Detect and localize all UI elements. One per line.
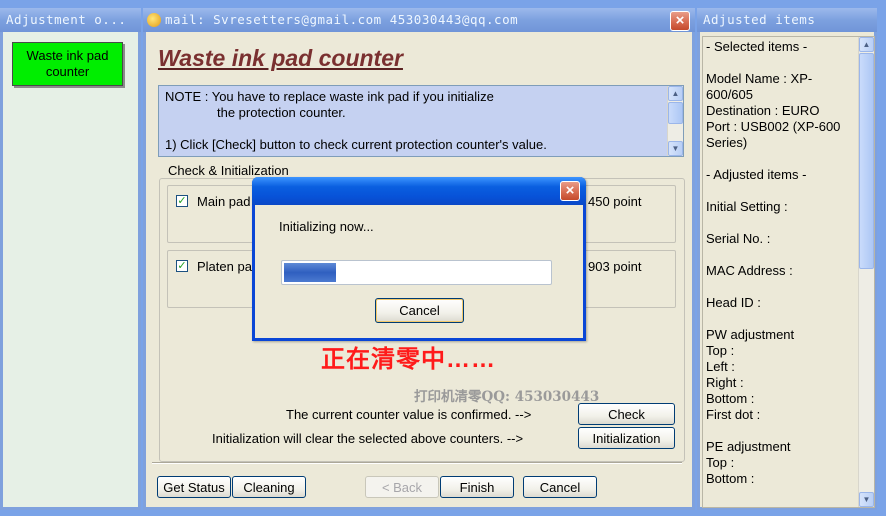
page-title: Waste ink pad counter	[158, 45, 403, 71]
back-button[interactable]: < Back	[365, 476, 439, 498]
scrollbar-thumb[interactable]	[859, 53, 874, 269]
adjusted-item-line: Right :	[706, 375, 744, 390]
scrollbar-thumb[interactable]	[668, 102, 683, 124]
adjusted-item-line: Initial Setting :	[706, 199, 788, 214]
adjusted-item-line: Series)	[706, 135, 748, 150]
adjusted-item-line: Port : USB002 (XP-600	[706, 119, 841, 134]
dialog-close-icon[interactable]: ×	[560, 181, 580, 201]
adjusted-item-line	[706, 423, 856, 439]
adjusted-items-list: - Selected items - Model Name : XP- 600/60…	[706, 39, 856, 487]
main-pad-label: Main pad	[197, 194, 251, 209]
note-line-2: the protection counter.	[217, 105, 346, 120]
adjusted-item-line: PW adjustment	[706, 327, 795, 342]
adjusted-item-line	[706, 279, 856, 295]
adjusted-item-line	[706, 183, 856, 199]
adjusted-items-window: Adjusted items - Selected items - Model N…	[697, 8, 877, 510]
main-pad-checkbox[interactable]: ✓	[176, 195, 188, 207]
initializing-dialog: × Initializing now... Cancel	[252, 177, 586, 341]
main-pad-value: 450 point	[588, 194, 642, 209]
adjusted-item-line: First dot :	[706, 407, 761, 422]
adjusted-item-line: - Selected items -	[706, 39, 808, 54]
note-box: NOTE : You have to replace waste ink pad…	[158, 85, 684, 157]
menu-item-waste-ink-pad-counter[interactable]: Waste ink pad counter	[12, 42, 123, 86]
initialization-button[interactable]: Initialization	[578, 427, 675, 449]
adjustment-order-window: Adjustment o... Waste ink pad counter	[0, 8, 141, 510]
adjusted-item-line: Bottom :	[706, 471, 755, 486]
adjusted-item-line	[706, 311, 856, 327]
adjusted-item-line	[706, 247, 856, 263]
qq-watermark: 打印机清零QQ: 453030443	[414, 389, 600, 405]
app-icon	[147, 13, 161, 27]
adjusted-item-line: - Adjusted items -	[706, 167, 807, 182]
confirm-text: The current counter value is confirmed. …	[286, 407, 532, 422]
main-window-title: mail: Svresetters@gmail.com 453030443@qq…	[165, 12, 519, 27]
adjusted-item-line: 600/605	[706, 87, 753, 102]
platen-pad-value: 903 point	[588, 259, 642, 274]
scroll-down-icon[interactable]: ▼	[668, 141, 683, 156]
scroll-up-icon[interactable]: ▲	[668, 86, 683, 101]
adjusted-item-line: Head ID :	[706, 295, 761, 310]
adjusted-item-line: Model Name : XP-	[706, 71, 813, 86]
clearing-status-text: 正在清零中……	[321, 346, 496, 373]
adjusted-items-panel: - Selected items - Model Name : XP- 600/60…	[702, 36, 875, 508]
adjusted-items-title: Adjusted items	[697, 8, 877, 32]
adjusted-item-line	[706, 151, 856, 167]
adjusted-item-line: Top :	[706, 343, 735, 358]
adjustment-order-title: Adjustment o...	[0, 8, 141, 32]
adjusted-item-line: MAC Address :	[706, 263, 793, 278]
adjusted-item-line: Destination : EURO	[706, 103, 820, 118]
dialog-titlebar	[252, 177, 586, 205]
scroll-down-icon[interactable]: ▼	[859, 492, 874, 507]
adjusted-item-line: Serial No. :	[706, 231, 771, 246]
adjusted-item-line: Bottom :	[706, 391, 755, 406]
progress-bar-fill	[284, 263, 336, 282]
get-status-button[interactable]: Get Status	[157, 476, 231, 498]
main-window-titlebar: mail: Svresetters@gmail.com 453030443@qq…	[143, 8, 695, 32]
adjusted-item-line	[706, 55, 856, 71]
adjusted-items-scrollbar[interactable]: ▲ ▼	[858, 37, 874, 507]
group-title: Check & Initialization	[165, 163, 292, 178]
adjusted-item-line: Top :	[706, 455, 735, 470]
platen-pad-label: Platen pa	[197, 259, 252, 274]
check-button[interactable]: Check	[578, 403, 675, 425]
cleaning-button[interactable]: Cleaning	[232, 476, 306, 498]
progress-bar	[281, 260, 552, 285]
bottom-separator	[152, 462, 682, 464]
cancel-button[interactable]: Cancel	[523, 476, 597, 498]
finish-button[interactable]: Finish	[440, 476, 514, 498]
platen-pad-checkbox[interactable]: ✓	[176, 260, 188, 272]
dialog-cancel-button[interactable]: Cancel	[375, 298, 464, 323]
init-text: Initialization will clear the selected a…	[212, 431, 524, 446]
adjusted-item-line: Left :	[706, 359, 735, 374]
dialog-message: Initializing now...	[279, 219, 374, 234]
scroll-up-icon[interactable]: ▲	[859, 37, 874, 52]
note-line-3: 1) Click [Check] button to check current…	[165, 137, 547, 152]
adjusted-item-line	[706, 215, 856, 231]
note-scrollbar[interactable]: ▲ ▼	[667, 86, 683, 156]
adjusted-item-line: PE adjustment	[706, 439, 791, 454]
note-line-1: NOTE : You have to replace waste ink pad…	[165, 89, 494, 104]
close-icon[interactable]: ×	[670, 11, 690, 31]
